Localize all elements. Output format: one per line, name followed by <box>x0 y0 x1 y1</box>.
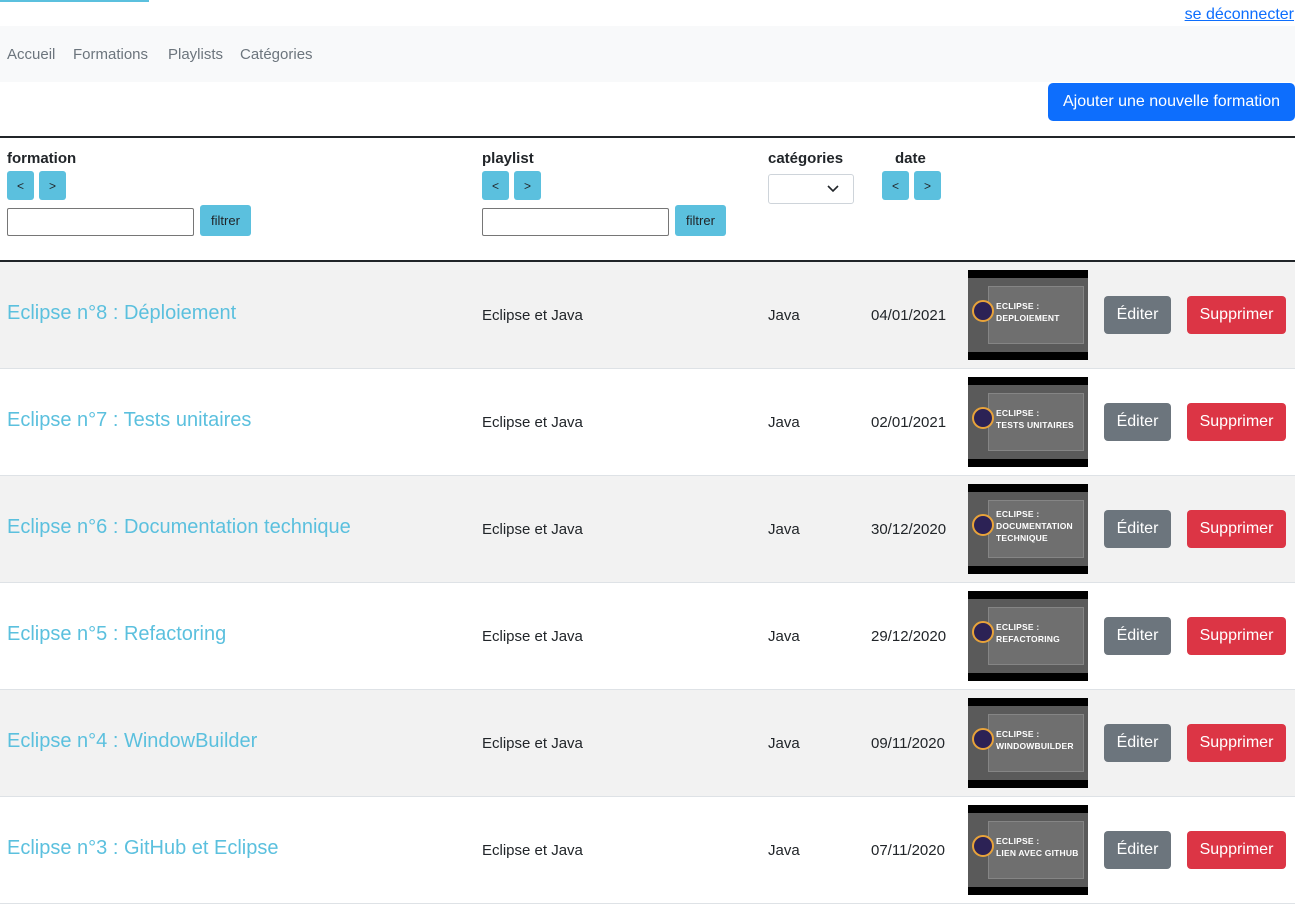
row-date: 09/11/2020 <box>871 735 945 752</box>
table-row: Eclipse n°7 : Tests unitaires Eclipse et… <box>0 369 1295 476</box>
eclipse-logo-icon <box>972 514 994 536</box>
edit-button[interactable]: Éditer <box>1104 296 1171 334</box>
thumbnail-caption: ECLIPSE : LIEN AVEC GITHUB <box>996 836 1079 858</box>
eclipse-logo-icon <box>972 407 994 429</box>
row-category: Java <box>768 842 800 859</box>
edit-button[interactable]: Éditer <box>1104 617 1171 655</box>
sort-date-asc-button[interactable]: < <box>882 171 909 200</box>
formation-title-link[interactable]: Eclipse n°7 : Tests unitaires <box>7 409 251 432</box>
eclipse-logo-icon <box>972 728 994 750</box>
thumbnail-caption: ECLIPSE : REFACTORING <box>996 622 1060 644</box>
sort-playlist-asc-button[interactable]: < <box>482 171 509 200</box>
table-row: Eclipse n°4 : WindowBuilder Eclipse et J… <box>0 690 1295 797</box>
column-header-playlist: playlist <box>482 150 534 167</box>
playlist-filter-button[interactable]: filtrer <box>675 205 726 236</box>
eclipse-logo-icon <box>972 835 994 857</box>
top-accent-bar <box>0 0 149 2</box>
row-playlist: Eclipse et Java <box>482 628 583 645</box>
thumbnail-caption: ECLIPSE : WINDOWBUILDER <box>996 729 1074 751</box>
thumbnail-caption: ECLIPSE : DEPLOIEMENT <box>996 301 1060 323</box>
formation-filter-input[interactable] <box>7 208 194 236</box>
playlist-filter-input[interactable] <box>482 208 669 236</box>
column-header-categories: catégories <box>768 150 844 167</box>
sort-playlist-desc-button[interactable]: > <box>514 171 541 200</box>
row-date: 07/11/2020 <box>871 842 945 859</box>
row-playlist: Eclipse et Java <box>482 307 583 324</box>
eclipse-logo-icon <box>972 621 994 643</box>
nav-item-accueil[interactable]: Accueil <box>7 46 55 63</box>
video-thumbnail[interactable]: ECLIPSE : DOCUMENTATION TECHNIQUE <box>968 484 1088 574</box>
row-date: 30/12/2020 <box>871 521 947 538</box>
nav-item-playlists[interactable]: Playlists <box>168 46 223 63</box>
row-playlist: Eclipse et Java <box>482 842 583 859</box>
table-row: Eclipse n°5 : Refactoring Eclipse et Jav… <box>0 583 1295 690</box>
column-header-formation: formation <box>7 150 77 167</box>
row-playlist: Eclipse et Java <box>482 414 583 431</box>
delete-button[interactable]: Supprimer <box>1187 296 1286 334</box>
video-thumbnail[interactable]: ECLIPSE : DEPLOIEMENT <box>968 270 1088 360</box>
delete-button[interactable]: Supprimer <box>1187 510 1286 548</box>
category-select[interactable] <box>768 174 854 204</box>
video-thumbnail[interactable]: ECLIPSE : LIEN AVEC GITHUB <box>968 805 1088 895</box>
formation-filter-button[interactable]: filtrer <box>200 205 251 236</box>
nav-item-categories[interactable]: Catégories <box>240 46 313 63</box>
row-date: 29/12/2020 <box>871 628 947 645</box>
row-date: 02/01/2021 <box>871 414 947 431</box>
row-category: Java <box>768 414 800 431</box>
eclipse-logo-icon <box>972 300 994 322</box>
delete-button[interactable]: Supprimer <box>1187 831 1286 869</box>
table-row: Eclipse n°3 : GitHub et Eclipse Eclipse … <box>0 797 1295 904</box>
sort-date-desc-button[interactable]: > <box>914 171 941 200</box>
video-thumbnail[interactable]: ECLIPSE : WINDOWBUILDER <box>968 698 1088 788</box>
edit-button[interactable]: Éditer <box>1104 724 1171 762</box>
sort-formation-desc-button[interactable]: > <box>39 171 66 200</box>
thumbnail-caption: ECLIPSE : TESTS UNITAIRES <box>996 408 1074 430</box>
row-date: 04/01/2021 <box>871 307 947 324</box>
formation-title-link[interactable]: Eclipse n°5 : Refactoring <box>7 623 226 646</box>
navbar: Accueil Formations Playlists Catégories <box>0 26 1295 82</box>
formation-title-link[interactable]: Eclipse n°3 : GitHub et Eclipse <box>7 837 278 860</box>
delete-button[interactable]: Supprimer <box>1187 724 1286 762</box>
nav-item-formations[interactable]: Formations <box>73 46 148 63</box>
thumbnail-caption: ECLIPSE : DOCUMENTATION TECHNIQUE <box>996 509 1073 543</box>
row-playlist: Eclipse et Java <box>482 735 583 752</box>
formation-title-link[interactable]: Eclipse n°4 : WindowBuilder <box>7 730 257 753</box>
chevron-down-icon <box>827 185 839 193</box>
edit-button[interactable]: Éditer <box>1104 403 1171 441</box>
row-category: Java <box>768 521 800 538</box>
video-thumbnail[interactable]: ECLIPSE : TESTS UNITAIRES <box>968 377 1088 467</box>
edit-button[interactable]: Éditer <box>1104 510 1171 548</box>
row-category: Java <box>768 735 800 752</box>
edit-button[interactable]: Éditer <box>1104 831 1171 869</box>
delete-button[interactable]: Supprimer <box>1187 403 1286 441</box>
row-category: Java <box>768 307 800 324</box>
column-header-date: date <box>895 150 926 167</box>
video-thumbnail[interactable]: ECLIPSE : REFACTORING <box>968 591 1088 681</box>
formation-title-link[interactable]: Eclipse n°6 : Documentation technique <box>7 516 351 539</box>
logout-link[interactable]: se déconnecter <box>1185 6 1294 24</box>
row-category: Java <box>768 628 800 645</box>
formation-title-link[interactable]: Eclipse n°8 : Déploiement <box>7 302 236 325</box>
add-formation-button[interactable]: Ajouter une nouvelle formation <box>1048 83 1295 121</box>
delete-button[interactable]: Supprimer <box>1187 617 1286 655</box>
table-header-top-border <box>0 136 1295 138</box>
table-row: Eclipse n°8 : Déploiement Eclipse et Jav… <box>0 262 1295 369</box>
sort-formation-asc-button[interactable]: < <box>7 171 34 200</box>
table-row: Eclipse n°6 : Documentation technique Ec… <box>0 476 1295 583</box>
row-playlist: Eclipse et Java <box>482 521 583 538</box>
